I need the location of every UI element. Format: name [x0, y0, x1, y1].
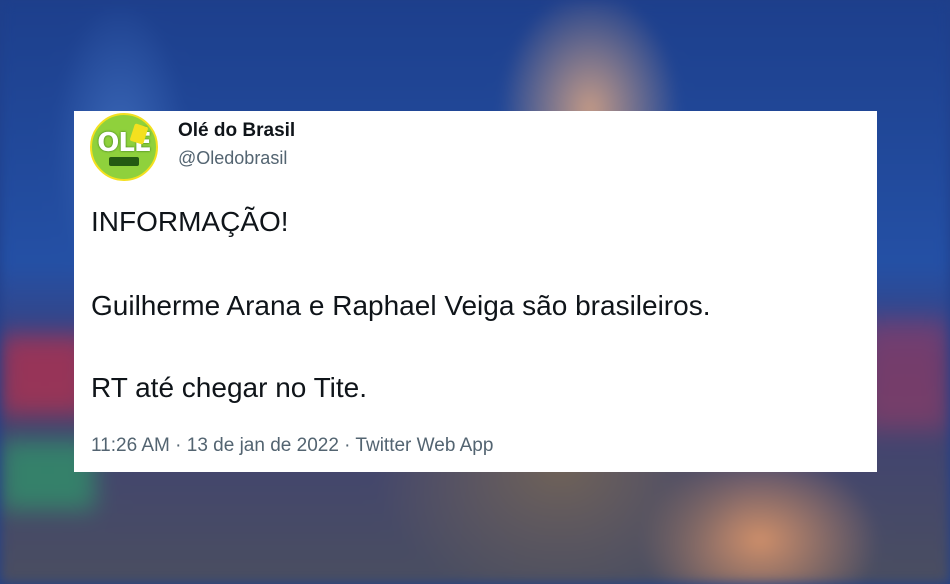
tweet-text-line: Guilherme Arana e Raphael Veiga são bras…	[91, 290, 711, 321]
tweet-timestamp-source[interactable]: 11:26 AM · 13 de jan de 2022 · Twitter W…	[91, 435, 493, 457]
tweet-text-line: RT até chegar no Tite.	[91, 372, 368, 403]
avatar-subtext-band	[109, 157, 139, 166]
author-name[interactable]: Olé do Brasil	[178, 120, 295, 142]
tweet-text-line: INFORMAÇÃO!	[91, 206, 289, 237]
author-handle[interactable]: @Oledobrasil	[178, 148, 287, 169]
tweet-card: OLÉ Olé do Brasil @Oledobrasil INFORMAÇÃ…	[74, 111, 877, 472]
avatar[interactable]: OLÉ	[90, 113, 158, 181]
